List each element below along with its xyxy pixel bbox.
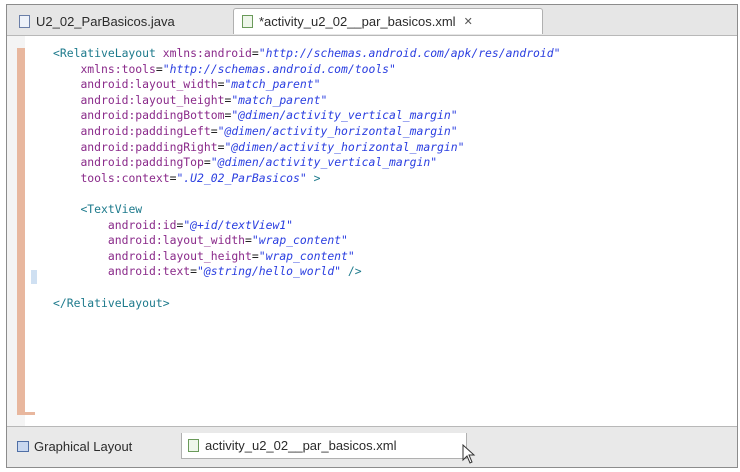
code-line: android:paddingBottom="@dimen/activity_v… <box>53 108 561 124</box>
code-token-str: "@string/hello_world" <box>197 264 342 279</box>
code-line: <TextView <box>53 202 561 218</box>
code-token-tag: > <box>306 170 321 185</box>
code-token-eq: = <box>251 46 259 60</box>
change-ruler <box>17 48 25 412</box>
code-token-attr: android:paddingTop <box>80 155 204 170</box>
tab-java-file-label: U2_02_ParBasicos.java <box>36 13 175 29</box>
editor-tab-bar: U2_02_ParBasicos.java *activity_u2_02__p… <box>7 5 737 36</box>
tab-graphical-layout-label: Graphical Layout <box>34 438 133 454</box>
code-token-str: "@+id/textView1" <box>183 217 294 232</box>
code-token-attr: android:paddingBottom <box>80 108 225 123</box>
code-line: </RelativeLayout> <box>53 296 561 312</box>
code-token-attr: tools:context <box>80 170 170 185</box>
code-token-tag: <TextView <box>80 201 143 216</box>
code-token-str: "match_parent" <box>231 92 328 107</box>
code-line: android:paddingRight="@dimen/activity_ho… <box>53 140 561 156</box>
code-line: tools:context=".U2_02_ParBasicos" > <box>53 171 561 187</box>
code-token-str: "@dimen/activity_vertical_margin" <box>210 155 438 170</box>
graphical-layout-icon <box>17 440 29 452</box>
code-line: android:layout_height="wrap_content" <box>53 249 561 265</box>
tab-xml-file-label: *activity_u2_02__par_basicos.xml <box>259 14 456 29</box>
code-token-tag: </RelativeLayout> <box>53 295 170 310</box>
code-line: android:layout_height="match_parent" <box>53 93 561 109</box>
change-ruler-end <box>17 412 35 415</box>
code-token-str: "http://schemas.android.com/tools" <box>162 61 396 76</box>
tab-java-file[interactable]: U2_02_ParBasicos.java <box>11 8 231 34</box>
code-line: android:id="@+id/textView1" <box>53 218 561 234</box>
code-token-eq: = <box>203 155 211 170</box>
code-token-eq: = <box>210 123 218 138</box>
tab-xml-source-label: activity_u2_02__par_basicos.xml <box>205 438 397 453</box>
code-token-eq: = <box>251 248 259 263</box>
code-token-attr: android:id <box>107 217 177 232</box>
code-line: android:layout_width="match_parent" <box>53 77 561 93</box>
code-token-str: "match_parent" <box>224 77 321 92</box>
code-line: android:layout_width="wrap_content" <box>53 233 561 249</box>
code-token-attr: xmlns:tools <box>80 61 156 76</box>
code-token-attr: android:text <box>107 264 191 279</box>
xml-file-icon <box>242 15 253 28</box>
code-token-attr: xmlns:android <box>162 46 252 60</box>
code-line: <RelativeLayout xmlns:android="http://sc… <box>53 46 561 62</box>
code-token-attr: android:paddingRight <box>80 139 218 154</box>
xml-source-code[interactable]: <RelativeLayout xmlns:android="http://sc… <box>53 46 561 311</box>
code-token-eq: = <box>245 233 252 248</box>
tab-xml-file[interactable]: *activity_u2_02__par_basicos.xml ✕ <box>233 8 543 34</box>
code-token-str: ".U2_02_ParBasicos" <box>176 170 307 185</box>
java-file-icon <box>19 14 30 28</box>
code-token-tag: /> <box>341 264 362 279</box>
code-token-tag: <RelativeLayout <box>53 46 163 60</box>
editor-bottom-tabs: Graphical Layout activity_u2_02__par_bas… <box>7 426 737 467</box>
code-token-eq: = <box>190 264 198 279</box>
code-editor[interactable]: <RelativeLayout xmlns:android="http://sc… <box>7 36 737 428</box>
code-token-str: "@dimen/activity_horizontal_margin" <box>224 139 465 154</box>
code-line: xmlns:tools="http://schemas.android.com/… <box>53 62 561 78</box>
current-line-marker <box>31 270 37 284</box>
code-token-str: "wrap_content" <box>258 248 355 263</box>
code-line: android:paddingLeft="@dimen/activity_hor… <box>53 124 561 140</box>
code-token-str: "@dimen/activity_vertical_margin" <box>231 108 458 123</box>
code-token-str: "@dimen/activity_horizontal_margin" <box>217 123 458 138</box>
mouse-pointer-icon <box>462 444 476 464</box>
xml-source-icon <box>188 439 199 452</box>
code-token-attr: android:layout_height <box>80 92 225 107</box>
code-token-attr: android:layout_width <box>107 233 246 248</box>
code-token-eq: = <box>155 61 163 76</box>
code-token-attr: android:paddingLeft <box>80 123 211 138</box>
code-token-str: "wrap_content" <box>251 233 348 248</box>
code-line: android:paddingTop="@dimen/activity_vert… <box>53 155 561 171</box>
code-token-attr: android:layout_width <box>80 77 218 92</box>
close-icon[interactable]: ✕ <box>464 15 473 28</box>
editor-window: U2_02_ParBasicos.java *activity_u2_02__p… <box>6 4 738 468</box>
code-line: android:text="@string/hello_world" /> <box>53 264 561 280</box>
code-token-str: "http://schemas.android.com/apk/res/andr… <box>258 46 561 60</box>
code-token-attr: android:layout_height <box>107 248 252 263</box>
tab-graphical-layout[interactable]: Graphical Layout <box>11 433 181 459</box>
tab-xml-source[interactable]: activity_u2_02__par_basicos.xml <box>181 433 467 459</box>
